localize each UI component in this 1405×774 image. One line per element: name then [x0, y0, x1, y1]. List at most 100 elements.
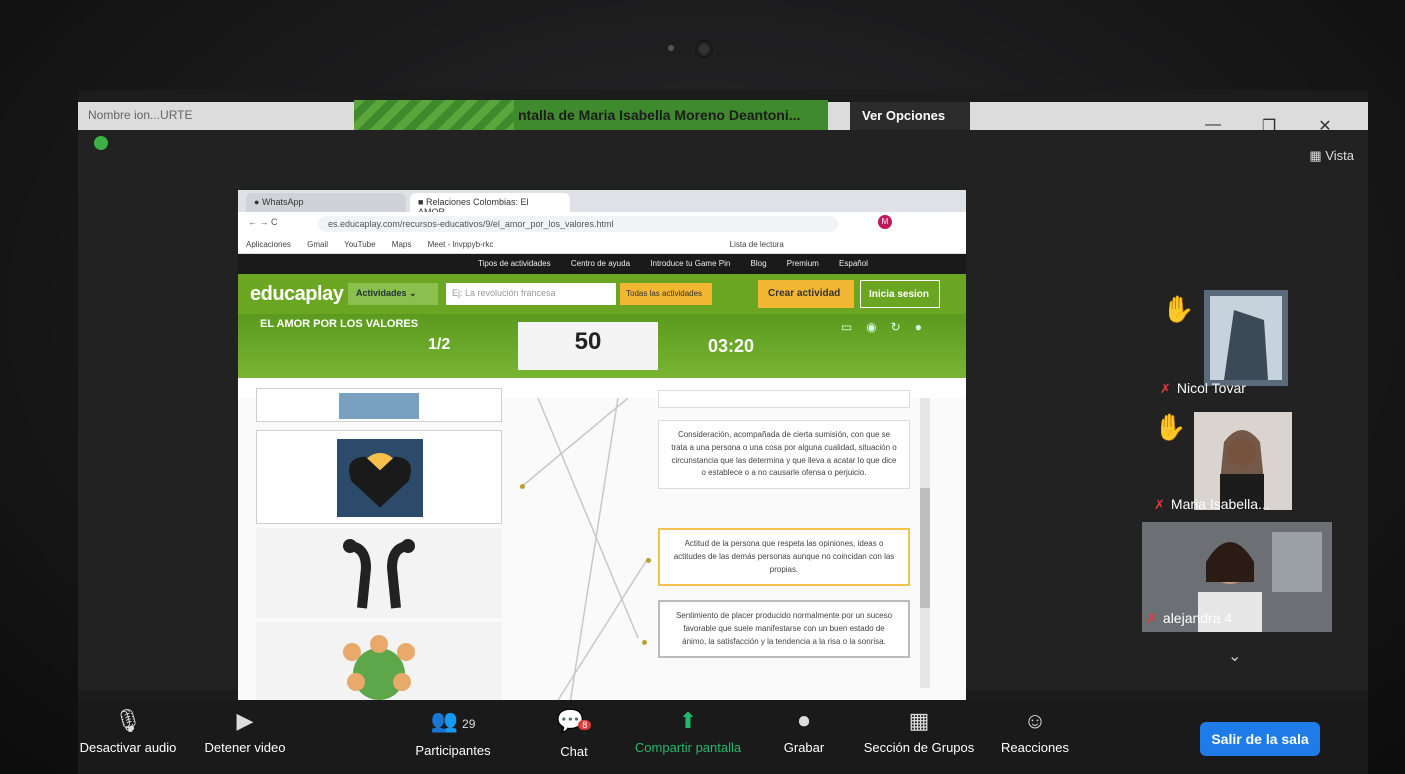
- leave-meeting-button[interactable]: Salir de la sala: [1200, 722, 1320, 756]
- participant-label: Maria Isabella...: [1170, 496, 1270, 512]
- browser-tab-active[interactable]: ■ Relaciones Colombias: El AMOR...: [410, 193, 570, 217]
- webcam: [693, 38, 715, 60]
- bowing-people-image: [343, 539, 415, 609]
- definition-card[interactable]: Consideración, acompañada de cierta sumi…: [658, 420, 910, 490]
- create-activity-button[interactable]: Crear actividad: [758, 280, 854, 308]
- reactions-label: Reacciones: [1001, 740, 1069, 755]
- participants-icon: 👥 29: [430, 708, 476, 733]
- image-card-kids-globe[interactable]: [256, 622, 502, 712]
- participants-button[interactable]: 👥 29 Participantes: [398, 708, 508, 758]
- topnav-item[interactable]: Blog: [751, 259, 767, 268]
- view-label: Vista: [1325, 148, 1354, 163]
- topnav-item[interactable]: Introduce tu Game Pin: [650, 259, 730, 268]
- match-anchor[interactable]: [646, 558, 651, 563]
- laptop-bezel: Nombre ion...URTE — ❐ ✕ ntalla de Maria …: [0, 0, 1405, 774]
- view-options-label: Ver Opciones: [862, 108, 946, 123]
- match-anchor[interactable]: [642, 640, 647, 645]
- participant-label: Nicol Tovar: [1176, 380, 1246, 396]
- browser-tab[interactable]: ● WhatsApp: [246, 193, 406, 212]
- stop-video-button[interactable]: ▶ Detener video: [190, 708, 300, 755]
- site-topnav: Tipos de actividades Centro de ayuda Int…: [238, 254, 966, 274]
- reading-list[interactable]: Lista de lectura: [730, 240, 784, 249]
- record-button[interactable]: ⏺ Grabar: [774, 708, 834, 755]
- definition-card[interactable]: Sentimiento de placer producido normalme…: [658, 600, 910, 659]
- security-shield-icon[interactable]: [94, 136, 108, 150]
- all-activities-button[interactable]: Todas las actividades: [620, 283, 712, 305]
- login-button[interactable]: Inicia sesion: [860, 280, 940, 308]
- bookmark-item[interactable]: Meet - lnvppyb-rkc: [428, 240, 494, 249]
- game-title: EL AMOR POR LOS VALORES: [260, 318, 419, 330]
- topnav-item[interactable]: Centro de ayuda: [571, 259, 630, 268]
- image-placeholder: [339, 393, 419, 419]
- address-bar-row: ← → C es.educaplay.com/recursos-educativ…: [238, 212, 966, 236]
- bookmark-item[interactable]: Maps: [392, 240, 412, 249]
- game-header: EL AMOR POR LOS VALORES 1/2 50 03:20 ▭◉↻…: [238, 314, 966, 378]
- topnav-item[interactable]: Premium: [787, 259, 819, 268]
- raised-hand-icon: ✋: [1154, 412, 1187, 442]
- timer-display: 03:20: [708, 336, 755, 356]
- scrollbar-thumb[interactable]: [920, 488, 930, 608]
- raised-hand-icon: ✋: [1162, 294, 1195, 324]
- smiley-plus-icon: ☺: [1023, 708, 1047, 733]
- video-camera-icon: ▶: [236, 708, 254, 733]
- chat-button[interactable]: 💬8 Chat: [548, 708, 600, 759]
- score-display: 50: [518, 322, 658, 370]
- window-title: Nombre ion...URTE: [88, 108, 193, 122]
- chevron-down-icon[interactable]: ⌄: [1228, 646, 1241, 666]
- share-banner: ntalla de Maria Isabella Moreno Deantoni…: [354, 100, 828, 130]
- view-toggle[interactable]: ▦ Vista: [1309, 148, 1354, 164]
- video-label: Detener video: [204, 740, 286, 755]
- microphone-icon: 🎙: [114, 708, 142, 733]
- educaplay-logo[interactable]: educaplay: [250, 283, 344, 306]
- zoom-window: Nombre ion...URTE — ❐ ✕ ntalla de Maria …: [78, 90, 1368, 774]
- game-controls[interactable]: ▭◉↻●: [841, 320, 936, 334]
- bookmark-item[interactable]: Gmail: [307, 240, 328, 249]
- search-input[interactable]: Ej: La revolución francesa: [446, 283, 616, 305]
- image-card-heart-hands[interactable]: [256, 430, 502, 524]
- chat-badge: 8: [578, 720, 592, 730]
- image-card-bow[interactable]: [256, 528, 502, 618]
- bookmark-item[interactable]: Aplicaciones: [246, 240, 291, 249]
- banner-stripes: [354, 100, 514, 130]
- chat-bubble-icon: 💬8: [548, 708, 600, 738]
- activities-label: Actividades: [356, 288, 407, 298]
- participant-name: ✗ alejandra 4: [1146, 610, 1232, 627]
- grid-icon: ▦: [908, 708, 930, 733]
- camera-led: [668, 45, 674, 51]
- matching-board: Consideración, acompañada de cierta sumi…: [238, 388, 966, 716]
- chat-label: Chat: [560, 744, 588, 759]
- groups-label: Sección de Grupos: [863, 740, 975, 755]
- mute-button[interactable]: 🎙 Desactivar audio: [78, 708, 188, 755]
- record-label: Grabar: [783, 740, 825, 755]
- view-options-button[interactable]: Ver Opciones ⌄: [850, 102, 970, 138]
- share-screen-button[interactable]: ⬆ Compartir pantalla: [618, 708, 758, 755]
- definition-card-top[interactable]: [658, 390, 910, 408]
- kids-globe-image: [343, 635, 415, 700]
- share-screen-icon: ⬆: [678, 708, 698, 733]
- definition-card-selected[interactable]: Actitud de la persona que respeta las op…: [658, 528, 910, 587]
- bookmark-item[interactable]: YouTube: [344, 240, 375, 249]
- participant-name: ✗ Nicol Tovar: [1160, 380, 1246, 397]
- participants-label: Participantes: [415, 743, 491, 758]
- scrollbar[interactable]: [920, 398, 930, 688]
- participant-label: alejandra 4: [1162, 610, 1233, 626]
- browser-tabstrip: ● WhatsApp ■ Relaciones Colombias: El AM…: [238, 190, 966, 217]
- url-field[interactable]: es.educaplay.com/recursos-educativos/9/e…: [318, 216, 838, 232]
- image-card-face[interactable]: [256, 388, 502, 422]
- bookmarks-bar: Aplicaciones Gmail YouTube Maps Meet - l…: [238, 236, 966, 254]
- share-banner-text: ntalla de Maria Isabella Moreno Deantoni…: [518, 107, 801, 123]
- nav-arrows-icon[interactable]: ← → C: [248, 217, 278, 227]
- breakout-rooms-button[interactable]: ▦ Sección de Grupos: [854, 708, 984, 755]
- profile-avatar[interactable]: M: [878, 215, 892, 229]
- record-icon: ⏺: [798, 708, 810, 733]
- match-anchor[interactable]: [520, 484, 525, 489]
- participant-video-nicol[interactable]: [1204, 290, 1288, 386]
- mic-muted-icon: ✗: [1154, 497, 1165, 512]
- reactions-button[interactable]: ☺ Reacciones: [990, 708, 1080, 755]
- participant-thumbnail: [1210, 296, 1282, 380]
- heart-hands-image: [337, 439, 423, 517]
- topnav-item[interactable]: Tipos de actividades: [478, 259, 551, 268]
- topnav-item[interactable]: Español: [839, 259, 868, 268]
- progress-counter: 1/2: [428, 336, 451, 353]
- activities-dropdown[interactable]: Actividades ⌄: [348, 283, 438, 305]
